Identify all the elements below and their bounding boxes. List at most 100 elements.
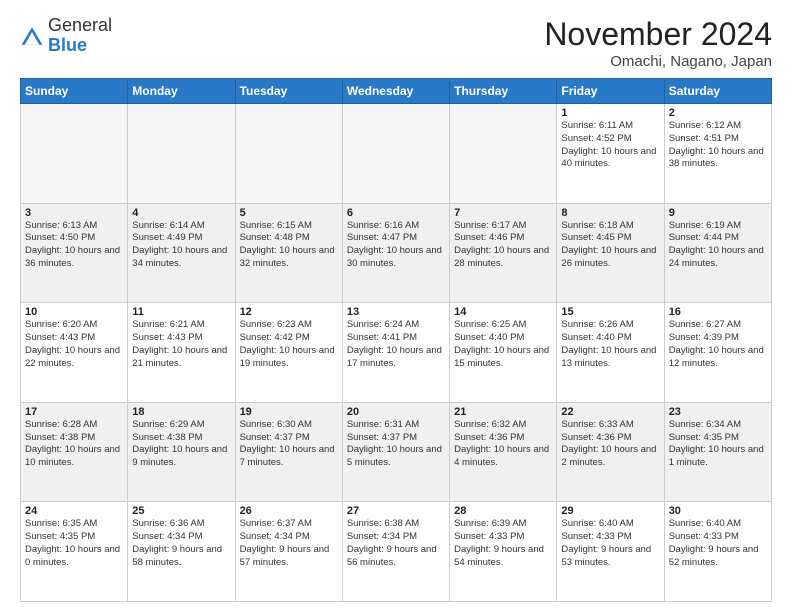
week-row-5: 24Sunrise: 6:35 AM Sunset: 4:35 PM Dayli… (21, 502, 772, 602)
day-number: 11 (132, 306, 230, 318)
day-cell: 10Sunrise: 6:20 AM Sunset: 4:43 PM Dayli… (21, 303, 128, 403)
weekday-header-row: Sunday Monday Tuesday Wednesday Thursday… (21, 79, 772, 104)
day-number: 3 (25, 207, 123, 219)
col-saturday: Saturday (664, 79, 771, 104)
day-number: 22 (561, 406, 659, 418)
day-cell: 1Sunrise: 6:11 AM Sunset: 4:52 PM Daylig… (557, 104, 664, 204)
location: Omachi, Nagano, Japan (544, 53, 772, 70)
month-title: November 2024 (544, 16, 772, 53)
day-info: Sunrise: 6:30 AM Sunset: 4:37 PM Dayligh… (240, 419, 338, 470)
col-friday: Friday (557, 79, 664, 104)
day-info: Sunrise: 6:18 AM Sunset: 4:45 PM Dayligh… (561, 220, 659, 271)
col-tuesday: Tuesday (235, 79, 342, 104)
day-cell: 25Sunrise: 6:36 AM Sunset: 4:34 PM Dayli… (128, 502, 235, 602)
day-cell: 14Sunrise: 6:25 AM Sunset: 4:40 PM Dayli… (450, 303, 557, 403)
day-number: 12 (240, 306, 338, 318)
logo: General Blue (20, 16, 112, 56)
day-cell: 9Sunrise: 6:19 AM Sunset: 4:44 PM Daylig… (664, 203, 771, 303)
day-info: Sunrise: 6:40 AM Sunset: 4:33 PM Dayligh… (669, 518, 767, 569)
day-info: Sunrise: 6:32 AM Sunset: 4:36 PM Dayligh… (454, 419, 552, 470)
day-cell (21, 104, 128, 204)
day-number: 21 (454, 406, 552, 418)
col-wednesday: Wednesday (342, 79, 449, 104)
day-number: 14 (454, 306, 552, 318)
day-cell: 22Sunrise: 6:33 AM Sunset: 4:36 PM Dayli… (557, 402, 664, 502)
day-cell: 13Sunrise: 6:24 AM Sunset: 4:41 PM Dayli… (342, 303, 449, 403)
day-number: 10 (25, 306, 123, 318)
day-cell: 24Sunrise: 6:35 AM Sunset: 4:35 PM Dayli… (21, 502, 128, 602)
day-number: 25 (132, 505, 230, 517)
day-info: Sunrise: 6:13 AM Sunset: 4:50 PM Dayligh… (25, 220, 123, 271)
day-number: 16 (669, 306, 767, 318)
day-number: 5 (240, 207, 338, 219)
day-info: Sunrise: 6:33 AM Sunset: 4:36 PM Dayligh… (561, 419, 659, 470)
day-cell (450, 104, 557, 204)
day-cell (342, 104, 449, 204)
logo-text: General Blue (48, 16, 112, 56)
week-row-2: 3Sunrise: 6:13 AM Sunset: 4:50 PM Daylig… (21, 203, 772, 303)
day-info: Sunrise: 6:39 AM Sunset: 4:33 PM Dayligh… (454, 518, 552, 569)
day-number: 18 (132, 406, 230, 418)
day-cell: 2Sunrise: 6:12 AM Sunset: 4:51 PM Daylig… (664, 104, 771, 204)
day-cell: 21Sunrise: 6:32 AM Sunset: 4:36 PM Dayli… (450, 402, 557, 502)
day-number: 27 (347, 505, 445, 517)
day-number: 20 (347, 406, 445, 418)
day-info: Sunrise: 6:23 AM Sunset: 4:42 PM Dayligh… (240, 319, 338, 370)
day-number: 15 (561, 306, 659, 318)
day-cell: 6Sunrise: 6:16 AM Sunset: 4:47 PM Daylig… (342, 203, 449, 303)
day-cell: 28Sunrise: 6:39 AM Sunset: 4:33 PM Dayli… (450, 502, 557, 602)
day-number: 28 (454, 505, 552, 517)
title-block: November 2024 Omachi, Nagano, Japan (544, 16, 772, 70)
day-cell: 23Sunrise: 6:34 AM Sunset: 4:35 PM Dayli… (664, 402, 771, 502)
col-sunday: Sunday (21, 79, 128, 104)
day-info: Sunrise: 6:17 AM Sunset: 4:46 PM Dayligh… (454, 220, 552, 271)
header: General Blue November 2024 Omachi, Nagan… (20, 16, 772, 70)
day-cell: 20Sunrise: 6:31 AM Sunset: 4:37 PM Dayli… (342, 402, 449, 502)
day-info: Sunrise: 6:12 AM Sunset: 4:51 PM Dayligh… (669, 120, 767, 171)
day-info: Sunrise: 6:36 AM Sunset: 4:34 PM Dayligh… (132, 518, 230, 569)
day-cell: 7Sunrise: 6:17 AM Sunset: 4:46 PM Daylig… (450, 203, 557, 303)
day-info: Sunrise: 6:29 AM Sunset: 4:38 PM Dayligh… (132, 419, 230, 470)
week-row-3: 10Sunrise: 6:20 AM Sunset: 4:43 PM Dayli… (21, 303, 772, 403)
day-cell: 4Sunrise: 6:14 AM Sunset: 4:49 PM Daylig… (128, 203, 235, 303)
day-cell (128, 104, 235, 204)
day-info: Sunrise: 6:11 AM Sunset: 4:52 PM Dayligh… (561, 120, 659, 171)
day-info: Sunrise: 6:31 AM Sunset: 4:37 PM Dayligh… (347, 419, 445, 470)
day-info: Sunrise: 6:19 AM Sunset: 4:44 PM Dayligh… (669, 220, 767, 271)
day-info: Sunrise: 6:26 AM Sunset: 4:40 PM Dayligh… (561, 319, 659, 370)
day-number: 13 (347, 306, 445, 318)
col-thursday: Thursday (450, 79, 557, 104)
day-cell: 19Sunrise: 6:30 AM Sunset: 4:37 PM Dayli… (235, 402, 342, 502)
day-cell: 11Sunrise: 6:21 AM Sunset: 4:43 PM Dayli… (128, 303, 235, 403)
calendar: Sunday Monday Tuesday Wednesday Thursday… (20, 78, 772, 602)
day-number: 4 (132, 207, 230, 219)
day-number: 2 (669, 107, 767, 119)
day-info: Sunrise: 6:14 AM Sunset: 4:49 PM Dayligh… (132, 220, 230, 271)
day-number: 9 (669, 207, 767, 219)
day-number: 23 (669, 406, 767, 418)
logo-icon (20, 24, 44, 48)
day-info: Sunrise: 6:25 AM Sunset: 4:40 PM Dayligh… (454, 319, 552, 370)
week-row-1: 1Sunrise: 6:11 AM Sunset: 4:52 PM Daylig… (21, 104, 772, 204)
day-number: 8 (561, 207, 659, 219)
day-info: Sunrise: 6:28 AM Sunset: 4:38 PM Dayligh… (25, 419, 123, 470)
day-cell: 3Sunrise: 6:13 AM Sunset: 4:50 PM Daylig… (21, 203, 128, 303)
day-number: 29 (561, 505, 659, 517)
day-cell: 17Sunrise: 6:28 AM Sunset: 4:38 PM Dayli… (21, 402, 128, 502)
day-cell: 15Sunrise: 6:26 AM Sunset: 4:40 PM Dayli… (557, 303, 664, 403)
day-cell: 26Sunrise: 6:37 AM Sunset: 4:34 PM Dayli… (235, 502, 342, 602)
day-cell: 8Sunrise: 6:18 AM Sunset: 4:45 PM Daylig… (557, 203, 664, 303)
day-number: 6 (347, 207, 445, 219)
day-cell: 29Sunrise: 6:40 AM Sunset: 4:33 PM Dayli… (557, 502, 664, 602)
day-info: Sunrise: 6:20 AM Sunset: 4:43 PM Dayligh… (25, 319, 123, 370)
day-number: 1 (561, 107, 659, 119)
day-info: Sunrise: 6:37 AM Sunset: 4:34 PM Dayligh… (240, 518, 338, 569)
day-cell (235, 104, 342, 204)
day-cell: 18Sunrise: 6:29 AM Sunset: 4:38 PM Dayli… (128, 402, 235, 502)
day-info: Sunrise: 6:24 AM Sunset: 4:41 PM Dayligh… (347, 319, 445, 370)
day-number: 7 (454, 207, 552, 219)
day-info: Sunrise: 6:21 AM Sunset: 4:43 PM Dayligh… (132, 319, 230, 370)
week-row-4: 17Sunrise: 6:28 AM Sunset: 4:38 PM Dayli… (21, 402, 772, 502)
day-info: Sunrise: 6:40 AM Sunset: 4:33 PM Dayligh… (561, 518, 659, 569)
day-cell: 30Sunrise: 6:40 AM Sunset: 4:33 PM Dayli… (664, 502, 771, 602)
